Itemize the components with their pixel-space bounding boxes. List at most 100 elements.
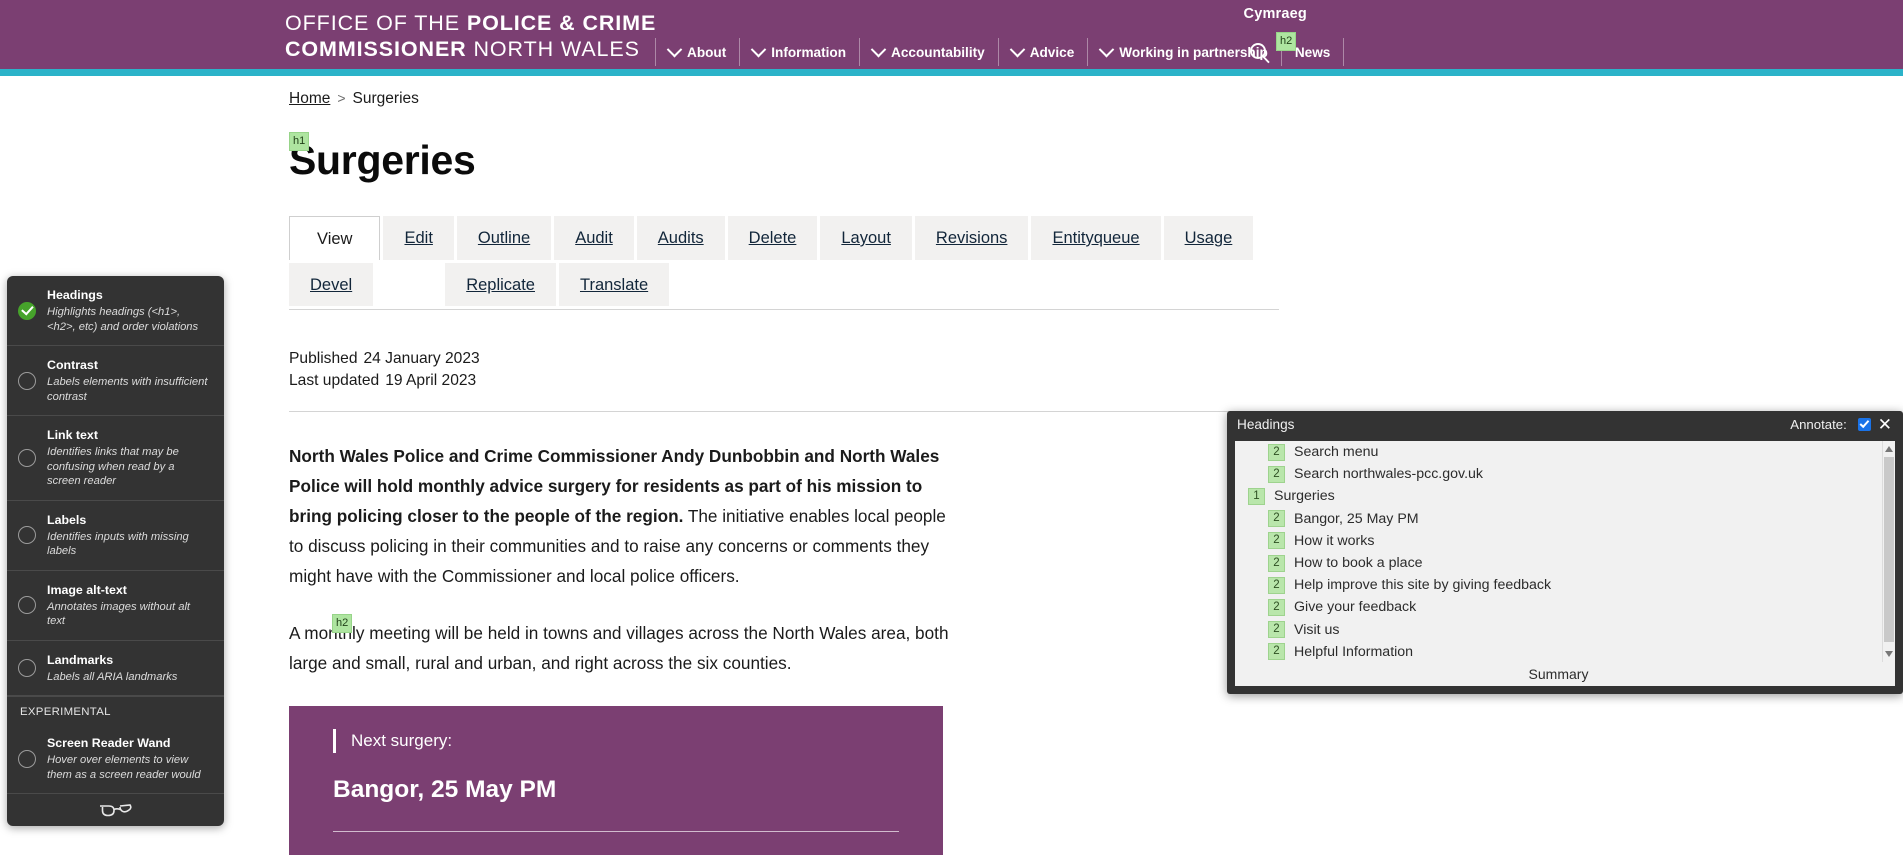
a11y-item-headings[interactable]: Headings Highlights headings (<h1>, <h2>… [7,276,224,346]
published-row: Published 24 January 2023 [289,348,1281,370]
nav-item-about[interactable]: About [655,38,739,66]
panel-collapse-button[interactable] [7,793,224,826]
tab-usage[interactable]: Usage [1163,216,1254,260]
heading-level-badge: 1 [1248,487,1265,505]
heading-list-item[interactable]: 1 Surgeries [1235,485,1882,507]
heading-text: Visit us [1294,621,1340,638]
a11y-item-desc: Highlights headings (<h1>, <h2>, etc) an… [47,306,199,333]
toggle-contrast[interactable] [18,371,36,390]
toggle-image-alt-text[interactable] [18,596,36,614]
heading-list-item[interactable]: 2 Search menu [1235,441,1882,463]
a11y-item-labels[interactable]: Labels Identifies inputs with missing la… [7,501,224,571]
tab-entityqueue[interactable]: Entityqueue [1031,216,1161,260]
nav-label: About [687,44,727,60]
heading-level-badge: 2 [1268,465,1285,483]
accessibility-tools-panel: Headings Highlights headings (<h1>, <h2>… [7,276,224,826]
main-navigation: About Information Accountability Advice … [655,38,1345,66]
page-root: OFFICE OF THE POLICE & CRIME COMMISSIONE… [0,0,1903,855]
heading-list-item[interactable]: 2 How to book a place [1235,552,1882,574]
accent-bar [0,69,1903,76]
glasses-icon [99,804,132,817]
a11y-item-name: Landmarks [47,652,114,667]
heading-badge-h1: h1 [289,132,310,151]
a11y-item-desc: Labels elements with insufficient contra… [47,376,208,403]
a11y-item-name: Headings [47,288,103,302]
annotate-label: Annotate: [1790,417,1847,432]
promo-inner: Next surgery: Bangor, 25 May PM Upcoming… [289,729,943,855]
tab-translate[interactable]: Translate [558,263,670,306]
a11y-item-contrast[interactable]: Contrast Labels elements with insufficie… [7,346,224,416]
toggle-landmarks[interactable] [18,658,36,677]
admin-tabs-row-2: Replicate Translate [445,263,672,309]
tab-outline[interactable]: Outline [456,216,552,260]
a11y-item-desc: Identifies inputs with missing labels [47,530,189,558]
a11y-item-desc: Hover over elements to view them as a sc… [47,754,201,781]
heading-list-item[interactable]: 2 Give your feedback [1235,596,1882,618]
a11y-item-link-text[interactable]: Link text Identifies links that may be c… [7,416,224,501]
tab-delete[interactable]: Delete [727,216,818,260]
nav-item-accountability[interactable]: Accountability [859,38,998,66]
next-surgery-promo: Next surgery: Bangor, 25 May PM Upcoming… [289,706,943,855]
a11y-item-name: Labels [47,512,87,527]
toggle-labels[interactable] [18,526,36,544]
chevron-down-icon [750,41,767,57]
summary-button[interactable]: Summary [1235,663,1882,685]
a11y-item-image-alt-text[interactable]: Image alt-text Annotates images without … [7,571,224,641]
search-icon[interactable] [1248,41,1272,65]
heading-list-item[interactable]: 2 How it works [1235,530,1882,552]
a11y-item-screen-reader-wand[interactable]: Screen Reader Wand Hover over elements t… [7,724,224,793]
headings-list-scrollbar[interactable] [1882,441,1895,662]
breadcrumb-home-link[interactable]: Home [289,90,330,107]
tab-revisions[interactable]: Revisions [914,216,1029,260]
tab-audit[interactable]: Audit [554,216,634,260]
main-content: Home > Surgeries Surgeries View Edit Outli… [289,86,1281,855]
breadcrumb-current: Surgeries [352,90,419,107]
tab-layout[interactable]: Layout [820,216,912,260]
breadcrumb-separator: > [337,90,346,106]
annotate-checkbox[interactable] [1857,418,1871,431]
a11y-item-text: Headings Highlights headings (<h1>, <h2>… [47,287,211,334]
heading-list-item[interactable]: 2 Helpful Information [1235,641,1882,662]
tab-devel[interactable]: Devel [289,263,374,306]
heading-text: Helpful Information [1294,643,1414,660]
scroll-down-arrow-icon[interactable] [1885,651,1893,657]
heading-list-item[interactable]: 2 Visit us [1235,619,1882,641]
heading-level-badge: 2 [1268,532,1285,550]
heading-text: Bangor, 25 May PM [1294,510,1419,527]
tab-audits[interactable]: Audits [636,216,725,260]
experimental-section: EXPERIMENTAL Screen Reader Wand Hover ov… [7,696,224,793]
a11y-item-desc: Identifies links that may be confusing w… [47,446,179,487]
scrollbar-thumb[interactable] [1884,457,1894,642]
heading-level-badge: 2 [1268,443,1285,461]
heading-list-item[interactable]: 2 Search northwales-pcc.gov.uk [1235,463,1882,485]
a11y-item-name: Contrast [47,358,98,372]
tab-edit[interactable]: Edit [383,216,454,260]
scroll-up-arrow-icon[interactable] [1885,446,1893,452]
a11y-item-landmarks[interactable]: Landmarks Labels all ARIA landmarks [7,641,224,696]
nav-item-information[interactable]: Information [739,38,859,66]
headings-panel-titlebar: Headings Annotate: ✕ [1227,411,1903,438]
experimental-label: EXPERIMENTAL [20,706,111,718]
close-icon[interactable]: ✕ [1871,416,1897,433]
heading-list-item[interactable]: 2 Help improve this site by giving feedb… [1235,574,1882,596]
language-toggle-cymraeg[interactable]: Cymraeg [1244,6,1307,22]
heading-level-badge: 2 [1268,554,1285,572]
a11y-item-text: Contrast Labels elements with insufficie… [47,357,211,404]
toggle-headings[interactable] [18,301,36,320]
tab-view[interactable]: View [289,216,381,260]
a11y-item-desc: Labels all ARIA landmarks [47,670,178,683]
toggle-screen-reader-wand[interactable] [18,749,36,768]
a11y-item-text: Labels Identifies inputs with missing la… [47,512,211,559]
tab-replicate[interactable]: Replicate [445,263,556,306]
heading-list-item[interactable]: 2 Bangor, 25 May PM [1235,508,1882,530]
a11y-item-name: Link text [47,428,98,442]
toggle-link-text[interactable] [18,448,36,467]
admin-tabs: View Edit Outline Audit Audits Delete La… [289,216,1279,310]
last-updated-value: 19 April 2023 [385,372,477,389]
heading-badge-search-h2: h2 [1276,32,1297,51]
next-surgery-heading: Bangor, 25 May PM [333,776,557,803]
nav-item-advice[interactable]: Advice [997,38,1088,66]
last-updated-label: Last updated [289,372,380,389]
heading-text: How to book a place [1294,555,1423,572]
heading-level-badge: 2 [1268,643,1285,661]
